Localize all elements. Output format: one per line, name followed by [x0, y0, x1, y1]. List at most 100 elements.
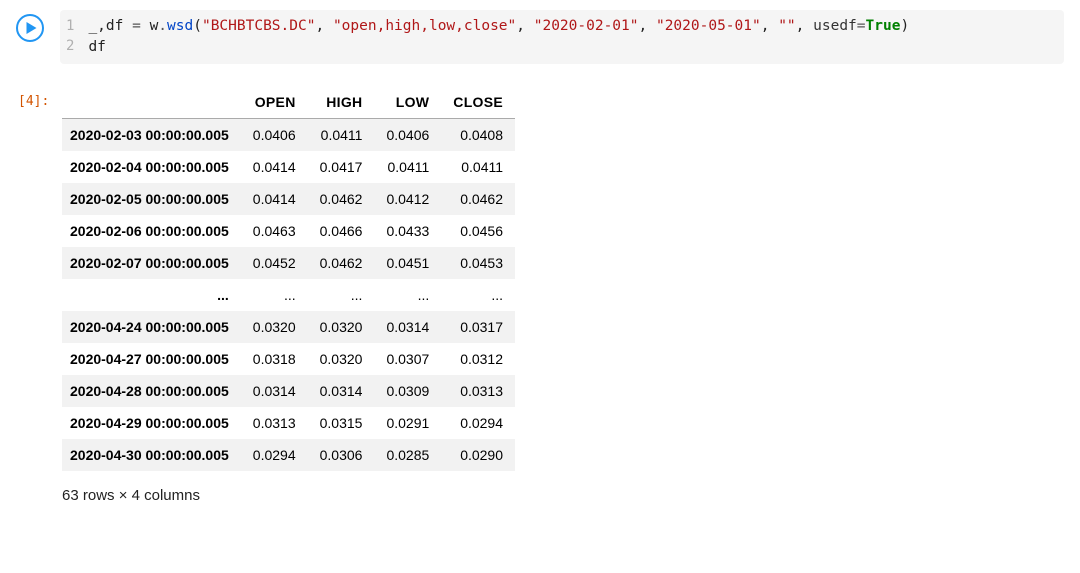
cell-value: 0.0313: [241, 407, 308, 439]
cell-value: 0.0320: [308, 311, 375, 343]
table-row: 2020-02-06 00:00:00.0050.04630.04660.043…: [62, 215, 515, 247]
cell-value: 0.0462: [441, 183, 515, 215]
cell-value: 0.0320: [241, 311, 308, 343]
code-token: ,: [796, 18, 813, 34]
cell-value: 0.0314: [374, 311, 441, 343]
row-index: 2020-04-30 00:00:00.005: [62, 439, 241, 471]
table-row: 2020-04-24 00:00:00.0050.03200.03200.031…: [62, 311, 515, 343]
line-number: 1: [66, 16, 74, 36]
code-token: w: [150, 18, 159, 34]
cell-value: 0.0318: [241, 343, 308, 375]
table-row: 2020-02-04 00:00:00.0050.04140.04170.041…: [62, 151, 515, 183]
code-token: wsd: [167, 18, 193, 34]
code-token: (: [193, 18, 202, 34]
code-token: "2020-02-01": [534, 18, 639, 34]
cell-value: 0.0412: [374, 183, 441, 215]
table-row: 2020-02-07 00:00:00.0050.04520.04620.045…: [62, 247, 515, 279]
dataframe-shape: 63 rows × 4 columns: [62, 487, 515, 504]
code-token: "open,high,low,close": [333, 18, 516, 34]
dataframe-table: OPEN HIGH LOW CLOSE 2020-02-03 00:00:00.…: [62, 86, 515, 471]
cell-value: 0.0314: [308, 375, 375, 407]
dataframe-header-row: OPEN HIGH LOW CLOSE: [62, 86, 515, 119]
cell-value: 0.0314: [241, 375, 308, 407]
code-token: ,: [761, 18, 778, 34]
column-header: CLOSE: [441, 86, 515, 119]
code-editor[interactable]: 1 2 _,df = w.wsd("BCHBTCBS.DC", "open,hi…: [60, 10, 1064, 64]
cell-value: 0.0466: [308, 215, 375, 247]
code-token: =: [132, 18, 149, 34]
cell-value: 0.0411: [374, 151, 441, 183]
cell-value: 0.0285: [374, 439, 441, 471]
output-prompt: [4]:: [16, 94, 62, 109]
column-header: OPEN: [241, 86, 308, 119]
dataframe-corner: [62, 86, 241, 119]
cell-value: 0.0453: [441, 247, 515, 279]
row-index: 2020-04-24 00:00:00.005: [62, 311, 241, 343]
cell-value: 0.0414: [241, 151, 308, 183]
cell-value: 0.0315: [308, 407, 375, 439]
row-index: ...: [62, 279, 241, 311]
line-number: 2: [66, 36, 74, 56]
table-row: 2020-04-30 00:00:00.0050.02940.03060.028…: [62, 439, 515, 471]
cell-value: 0.0408: [441, 119, 515, 152]
cell-value: ...: [441, 279, 515, 311]
cell-value: 0.0307: [374, 343, 441, 375]
cell-value: 0.0294: [241, 439, 308, 471]
dataframe-tbody: 2020-02-03 00:00:00.0050.04060.04110.040…: [62, 119, 515, 472]
row-index: 2020-04-28 00:00:00.005: [62, 375, 241, 407]
cell-value: 0.0320: [308, 343, 375, 375]
dataframe-thead: OPEN HIGH LOW CLOSE: [62, 86, 515, 119]
cell-value: 0.0294: [441, 407, 515, 439]
cell-value: 0.0312: [441, 343, 515, 375]
cell-value: 0.0452: [241, 247, 308, 279]
row-index: 2020-04-27 00:00:00.005: [62, 343, 241, 375]
row-index: 2020-02-04 00:00:00.005: [62, 151, 241, 183]
column-header: LOW: [374, 86, 441, 119]
code-token: =: [857, 18, 866, 34]
code-content[interactable]: _,df = w.wsd("BCHBTCBS.DC", "open,high,l…: [88, 16, 909, 58]
play-icon: [26, 22, 37, 34]
output-cell: [4]: OPEN HIGH LOW CLOSE 2020-02-03 00:0…: [16, 86, 1064, 504]
code-token: df: [88, 39, 105, 55]
code-cell: 1 2 _,df = w.wsd("BCHBTCBS.DC", "open,hi…: [16, 10, 1064, 64]
cell-value: ...: [308, 279, 375, 311]
table-row: 2020-04-27 00:00:00.0050.03180.03200.030…: [62, 343, 515, 375]
cell-value: 0.0433: [374, 215, 441, 247]
row-index: 2020-04-29 00:00:00.005: [62, 407, 241, 439]
row-index: 2020-02-06 00:00:00.005: [62, 215, 241, 247]
row-index: 2020-02-03 00:00:00.005: [62, 119, 241, 152]
cell-value: 0.0462: [308, 247, 375, 279]
code-token: True: [866, 18, 901, 34]
table-row: 2020-04-28 00:00:00.0050.03140.03140.030…: [62, 375, 515, 407]
cell-value: ...: [374, 279, 441, 311]
table-row: 2020-02-05 00:00:00.0050.04140.04620.041…: [62, 183, 515, 215]
code-token: ,: [315, 18, 332, 34]
cell-value: 0.0456: [441, 215, 515, 247]
cell-value: 0.0317: [441, 311, 515, 343]
cell-value: 0.0309: [374, 375, 441, 407]
cell-value: 0.0406: [241, 119, 308, 152]
cell-value: 0.0406: [374, 119, 441, 152]
code-token: "2020-05-01": [656, 18, 761, 34]
cell-value: 0.0411: [441, 151, 515, 183]
code-token: usedf: [813, 18, 857, 34]
cell-value: 0.0291: [374, 407, 441, 439]
cell-value: ...: [241, 279, 308, 311]
cell-value: 0.0463: [241, 215, 308, 247]
code-token: ,: [516, 18, 533, 34]
code-token: "BCHBTCBS.DC": [202, 18, 316, 34]
column-header: HIGH: [308, 86, 375, 119]
cell-value: 0.0451: [374, 247, 441, 279]
code-token: .: [158, 18, 167, 34]
row-index: 2020-02-05 00:00:00.005: [62, 183, 241, 215]
cell-value: 0.0306: [308, 439, 375, 471]
table-row: ...............: [62, 279, 515, 311]
line-gutter: 1 2: [66, 16, 88, 58]
cell-value: 0.0411: [308, 119, 375, 152]
cell-value: 0.0414: [241, 183, 308, 215]
cell-value: 0.0417: [308, 151, 375, 183]
cell-value: 0.0313: [441, 375, 515, 407]
row-index: 2020-02-07 00:00:00.005: [62, 247, 241, 279]
run-button[interactable]: [16, 14, 44, 42]
cell-value: 0.0462: [308, 183, 375, 215]
